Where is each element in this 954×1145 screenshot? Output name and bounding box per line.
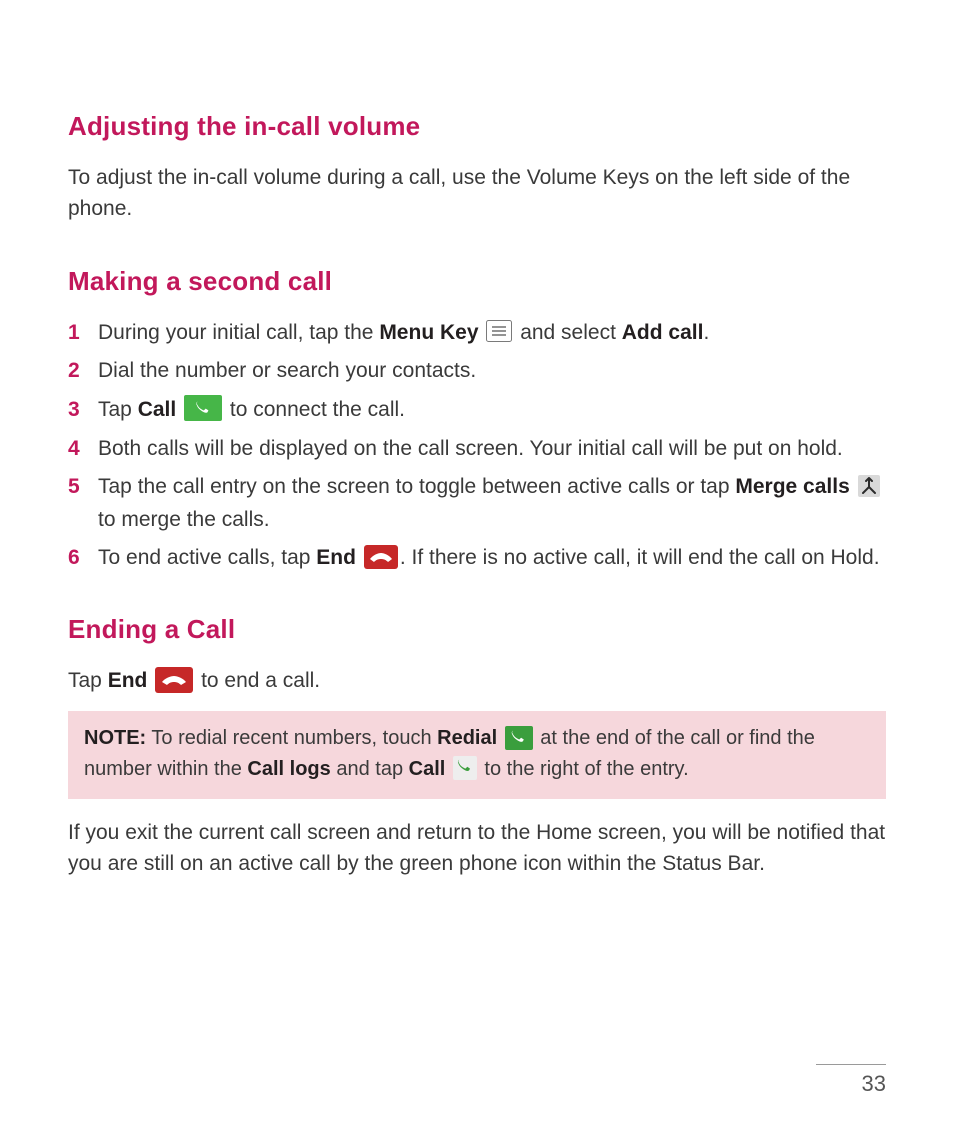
step-3: Tap Call to connect the call. (68, 394, 886, 427)
step-1-text-c: and select (520, 321, 622, 344)
step-6-text-c: . If there is no active call, it will en… (400, 546, 880, 569)
end-call-icon (364, 541, 398, 574)
note-box-redial: NOTE: To redial recent numbers, touch Re… (68, 711, 886, 798)
step-1-menukey-label: Menu Key (379, 321, 478, 344)
steps-second-call: During your initial call, tap the Menu K… (68, 317, 886, 576)
page-footer: 33 (816, 1064, 886, 1097)
step-3-call-label: Call (138, 398, 177, 421)
paragraph-adjusting-volume: To adjust the in-call volume during a ca… (68, 162, 886, 225)
step-1-addcall-label: Add call (622, 321, 704, 344)
step-5-text-c: to merge the calls. (98, 508, 270, 531)
redial-icon (505, 722, 533, 752)
ending-p1-c: to end a call. (201, 669, 320, 692)
heading-adjusting-volume: Adjusting the in-call volume (68, 110, 886, 144)
note-t5: and tap (331, 758, 409, 780)
step-1-text-e: . (703, 321, 709, 344)
step-6: To end active calls, tap End . If there … (68, 542, 886, 575)
merge-calls-icon (858, 469, 880, 502)
note-redial-label: Redial (437, 727, 497, 749)
step-3-text-a: Tap (98, 398, 138, 421)
step-5: Tap the call entry on the screen to togg… (68, 471, 886, 536)
call-small-icon (453, 753, 477, 783)
step-5-text-a: Tap the call entry on the screen to togg… (98, 475, 735, 498)
step-6-text-a: To end active calls, tap (98, 546, 316, 569)
step-1: During your initial call, tap the Menu K… (68, 317, 886, 350)
paragraph-ending-tap-end: Tap End to end a call. (68, 665, 886, 697)
manual-page: Adjusting the in-call volume To adjust t… (0, 0, 954, 880)
step-5-merge-label: Merge calls (735, 475, 849, 498)
note-t1: To redial recent numbers, touch (146, 727, 437, 749)
step-4: Both calls will be displayed on the call… (68, 433, 886, 466)
step-6-end-label: End (316, 546, 356, 569)
note-label: NOTE: (84, 727, 146, 749)
paragraph-ending-home: If you exit the current call screen and … (68, 817, 886, 880)
page-number-rule (816, 1064, 886, 1065)
heading-ending-call: Ending a Call (68, 613, 886, 647)
call-green-icon (184, 392, 222, 425)
step-2: Dial the number or search your contacts. (68, 355, 886, 388)
ending-p1-a: Tap (68, 669, 108, 692)
ending-p1-end-label: End (108, 669, 148, 692)
page-number: 33 (816, 1071, 886, 1097)
heading-second-call: Making a second call (68, 265, 886, 299)
menu-key-icon (486, 315, 512, 348)
note-calllogs-label: Call logs (247, 758, 330, 780)
note-t7: to the right of the entry. (479, 758, 689, 780)
step-3-text-c: to connect the call. (230, 398, 405, 421)
step-1-text-a: During your initial call, tap the (98, 321, 379, 344)
note-call-label: Call (409, 758, 446, 780)
end-call-icon (155, 664, 193, 696)
